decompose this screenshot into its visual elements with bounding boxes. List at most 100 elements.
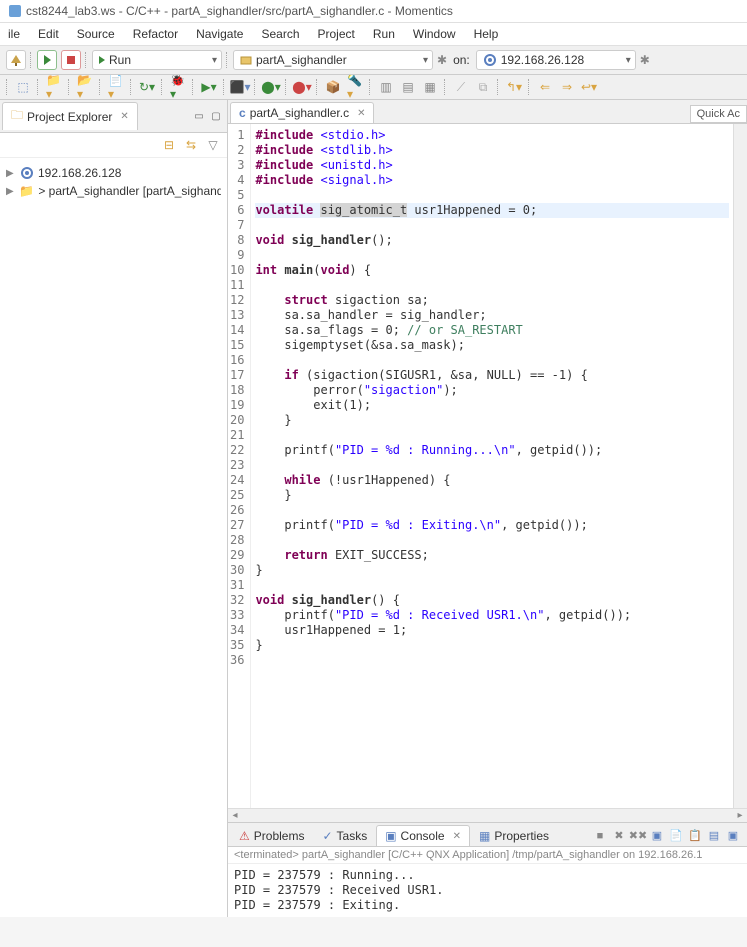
run-mode-combo[interactable]: Run <box>92 50 222 70</box>
minimize-icon[interactable]: ▭ <box>192 109 206 123</box>
separator <box>99 79 102 95</box>
active-project-combo[interactable]: partA_sighandler <box>233 50 433 70</box>
refresh-icon[interactable]: ↻▾ <box>139 79 155 95</box>
separator <box>85 52 88 68</box>
target-combo[interactable]: 192.168.26.128 <box>476 50 636 70</box>
separator <box>316 79 319 95</box>
toggle-icon[interactable]: ▥ <box>378 79 394 95</box>
filter-icon[interactable]: ⟋ <box>453 79 469 95</box>
external-icon[interactable]: ⬤▾ <box>294 79 310 95</box>
build-button[interactable] <box>6 50 26 70</box>
toggle3-icon[interactable]: ▦ <box>422 79 438 95</box>
menu-file[interactable]: ile <box>6 25 22 43</box>
settings-icon[interactable]: ✱ <box>640 53 650 67</box>
view-tab-bar: 🗀 Project Explorer ✕ ▭ ▢ <box>0 100 227 133</box>
debug-icon[interactable]: 🐞▾ <box>170 79 186 95</box>
secondary-toolbar: ⬚ 📁▾ 📂▾ 📄▾ ↻▾ 🐞▾ ▶▾ ⬛▾ ⬤▾ ⬤▾ 📦 🔦▾ ▥ ▤ ▦ … <box>0 75 747 100</box>
app-icon <box>8 4 22 18</box>
scroll-right-icon[interactable]: ▸ <box>733 809 747 823</box>
menu-navigate[interactable]: Navigate <box>194 25 245 43</box>
tab-label: Problems <box>254 829 305 843</box>
main-toolbar: Run partA_sighandler ✱ on: 192.168.26.12… <box>0 46 747 75</box>
nav-icon[interactable]: ↰▾ <box>506 79 522 95</box>
line-number-gutter: 1234567891011121314151617181920212223242… <box>228 124 251 808</box>
pin-icon[interactable]: 📋 <box>687 828 703 844</box>
separator <box>223 79 226 95</box>
forward-icon[interactable]: ⇒ <box>559 79 575 95</box>
remove-icon[interactable]: ✖ <box>611 828 627 844</box>
run-config-icon[interactable]: ▶▾ <box>201 79 217 95</box>
editor-body[interactable]: 1234567891011121314151617181920212223242… <box>228 124 747 808</box>
quick-access-label: Quick Ac <box>697 108 740 120</box>
quick-access[interactable]: Quick Ac <box>690 105 747 123</box>
view-menu-icon[interactable]: ▽ <box>205 137 221 153</box>
tasks-icon: ✓ <box>322 829 332 843</box>
display-icon[interactable]: ▤ <box>706 828 722 844</box>
separator <box>497 79 500 95</box>
chevron-right-icon: ▶ <box>6 186 15 197</box>
console-output[interactable]: PID = 237579 : Running... PID = 237579 :… <box>228 864 747 917</box>
chevron-right-icon: ▶ <box>6 168 16 179</box>
tab-close-icon[interactable]: ✕ <box>116 111 128 122</box>
horizontal-scrollbar[interactable]: ◂ ▸ <box>228 808 747 822</box>
tab-close-icon[interactable]: ✕ <box>449 831 461 842</box>
tree-item-project[interactable]: ▶ 📁 > partA_sighandler [partA_sighandle <box>4 182 223 200</box>
target-icon <box>483 53 497 67</box>
menu-run[interactable]: Run <box>371 25 397 43</box>
console-select-icon[interactable]: ▣ <box>649 828 665 844</box>
separator <box>369 79 372 95</box>
project-icon: 📁 <box>19 184 34 198</box>
terminate-icon[interactable]: ■ <box>592 828 608 844</box>
run-button[interactable] <box>37 50 57 70</box>
code-content[interactable]: #include <stdio.h>#include <stdlib.h>#in… <box>251 124 733 808</box>
project-explorer-tab[interactable]: 🗀 Project Explorer ✕ <box>2 102 138 130</box>
new-connection-icon[interactable]: 📁▾ <box>46 79 62 95</box>
settings-icon[interactable]: ✱ <box>437 53 447 67</box>
remove-all-icon[interactable]: ✖✖ <box>630 828 646 844</box>
search-icon[interactable]: 🔦▾ <box>347 79 363 95</box>
tab-tasks[interactable]: ✓ Tasks <box>313 825 376 846</box>
tab-properties[interactable]: ▦ Properties <box>470 825 558 846</box>
new-folder-icon[interactable]: 📂▾ <box>77 79 93 95</box>
launch-icon[interactable]: 📦 <box>325 79 341 95</box>
maximize-icon[interactable]: ▢ <box>209 109 223 123</box>
vertical-scrollbar[interactable] <box>733 124 747 808</box>
coverage-icon[interactable]: ⬤▾ <box>263 79 279 95</box>
menu-edit[interactable]: Edit <box>36 25 61 43</box>
zoom-icon[interactable]: ⬚ <box>15 79 31 95</box>
bottom-tab-bar: ⚠ Problems ✓ Tasks ▣ Console ✕ ▦ Propert… <box>228 823 747 847</box>
target-ip: 192.168.26.128 <box>501 53 584 67</box>
lock-icon[interactable]: 📄 <box>668 828 684 844</box>
tab-close-icon[interactable]: ✕ <box>353 108 365 119</box>
menu-bar: ile Edit Source Refactor Navigate Search… <box>0 23 747 46</box>
tree-item-label: 192.168.26.128 <box>38 166 121 180</box>
editor-tab[interactable]: c partA_sighandler.c ✕ <box>230 102 374 123</box>
open-icon[interactable]: 📄▾ <box>108 79 124 95</box>
collapse-all-icon[interactable]: ⊟ <box>161 137 177 153</box>
open-console-icon[interactable]: ▣ <box>725 828 741 844</box>
menu-project[interactable]: Project <box>316 25 357 43</box>
history-icon[interactable]: ↩▾ <box>581 79 597 95</box>
tab-console[interactable]: ▣ Console ✕ <box>376 825 470 846</box>
console-toolbar: ■ ✖ ✖✖ ▣ 📄 📋 ▤ ▣ <box>592 828 745 844</box>
link-editor-icon[interactable]: ⇆ <box>183 137 199 153</box>
stop-button[interactable] <box>61 50 81 70</box>
profile-icon[interactable]: ⬛▾ <box>232 79 248 95</box>
filter2-icon[interactable]: ⧉ <box>475 79 491 95</box>
menu-refactor[interactable]: Refactor <box>131 25 180 43</box>
tree-item-target[interactable]: ▶ 192.168.26.128 <box>4 164 223 182</box>
tab-label: Tasks <box>337 829 368 843</box>
back-icon[interactable]: ⇐ <box>537 79 553 95</box>
scroll-left-icon[interactable]: ◂ <box>228 809 242 823</box>
menu-window[interactable]: Window <box>411 25 458 43</box>
active-project-label: partA_sighandler <box>256 53 347 67</box>
tree-item-label: > partA_sighandler [partA_sighandle <box>38 184 221 198</box>
project-explorer-toolbar: ⊟ ⇆ ▽ <box>0 133 227 158</box>
tab-problems[interactable]: ⚠ Problems <box>230 825 313 846</box>
menu-source[interactable]: Source <box>75 25 117 43</box>
menu-search[interactable]: Search <box>259 25 301 43</box>
console-icon: ▣ <box>385 829 396 843</box>
play-icon <box>99 56 105 64</box>
menu-help[interactable]: Help <box>472 25 501 43</box>
toggle2-icon[interactable]: ▤ <box>400 79 416 95</box>
